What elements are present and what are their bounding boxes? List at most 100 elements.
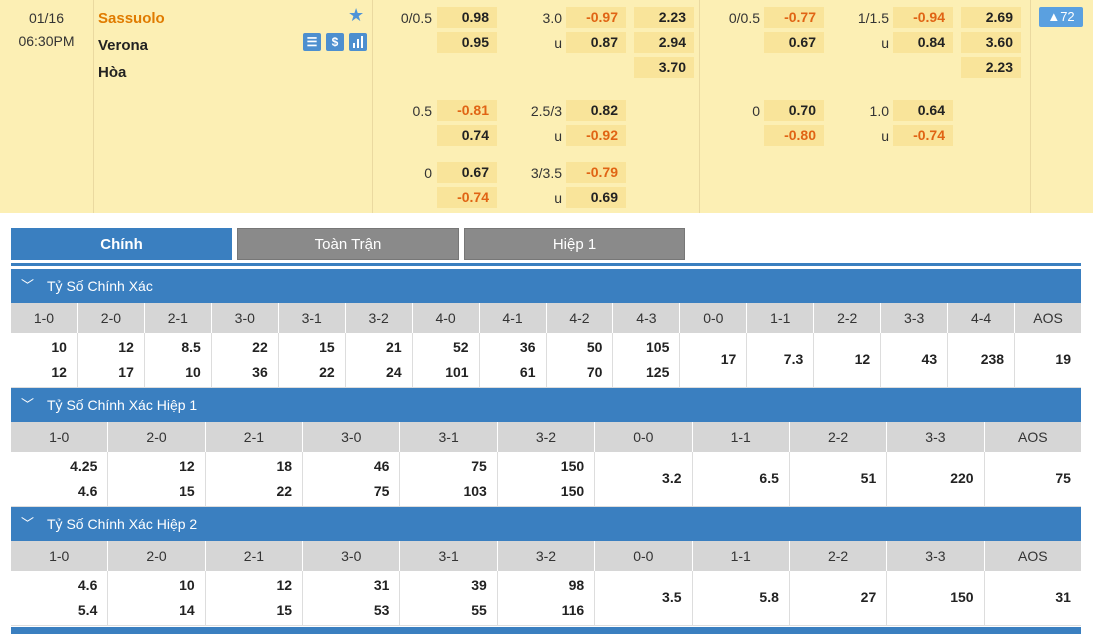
odds-o2[interactable]: -0.92 bbox=[566, 125, 626, 146]
odds-o1[interactable]: -0.97 bbox=[566, 7, 626, 28]
score-odds-cell[interactable]: 18 22 bbox=[206, 452, 304, 506]
score-odds-cell[interactable]: 75 103 bbox=[400, 452, 498, 506]
score-odds-cell[interactable]: 98 116 bbox=[498, 571, 596, 625]
score-odds-cell[interactable]: 3.5 bbox=[595, 571, 693, 625]
odds-h2[interactable]: -0.74 bbox=[437, 187, 497, 208]
score-odds-cell[interactable]: 150 150 bbox=[498, 452, 596, 506]
odds-o2[interactable]: 0.84 bbox=[893, 32, 953, 53]
odds-h1[interactable]: 0.67 bbox=[437, 162, 497, 183]
score-odds-cell[interactable]: 5.8 bbox=[693, 571, 790, 625]
odds-value: 7.3 bbox=[783, 351, 804, 367]
score-odds-cell[interactable]: 15 22 bbox=[279, 333, 346, 387]
chevron-down-icon[interactable]: ﹀ bbox=[21, 269, 34, 303]
tab-full-match[interactable]: Toàn Trận bbox=[237, 228, 459, 260]
odds-value-2: 22 bbox=[276, 483, 293, 499]
odds-x3[interactable]: 2.23 bbox=[961, 57, 1021, 78]
odds-value-2: 10 bbox=[185, 364, 201, 380]
score-odds-cell[interactable]: 10 14 bbox=[108, 571, 206, 625]
score-odds-cell[interactable]: 51 bbox=[790, 452, 888, 506]
score-odds-cell[interactable]: 39 55 bbox=[400, 571, 498, 625]
score-odds-row: 10 12 12 17 8.5 10 22 36 15 22 21 24 52 101 36 61 50 70 10… bbox=[11, 333, 1081, 388]
score-header-row: 1-0 2-0 2-1 3-0 3-1 3-2 4-0 4-1 4-2 4-3 0-0 1-1 2-2 3… bbox=[11, 303, 1081, 333]
tab-underline bbox=[11, 263, 1081, 266]
odds-x1[interactable]: 2.69 bbox=[961, 7, 1021, 28]
score-odds-cell[interactable]: 238 bbox=[948, 333, 1016, 387]
score-odds-cell[interactable]: 4.6 5.4 bbox=[11, 571, 109, 625]
odds-o1[interactable]: 0.82 bbox=[566, 100, 626, 121]
score-label: 3-3 bbox=[887, 422, 985, 452]
odds-value-2: 5.4 bbox=[77, 602, 98, 618]
section-header[interactable]: ﹀ Tỷ Số Chính Xác Hiệp 1 bbox=[11, 388, 1081, 422]
score-odds-cell[interactable]: 75 bbox=[985, 452, 1081, 506]
more-markets-button[interactable]: ▲72 bbox=[1039, 7, 1083, 27]
odds-value-1: 12 bbox=[118, 339, 134, 355]
away-team[interactable]: Verona bbox=[98, 37, 148, 54]
score-label: 3-1 bbox=[400, 541, 498, 571]
score-odds-cell[interactable]: 12 15 bbox=[108, 452, 206, 506]
line-ou: 3/3.5 bbox=[530, 165, 562, 181]
odds-h1[interactable]: -0.81 bbox=[437, 100, 497, 121]
odds-o1[interactable]: -0.79 bbox=[566, 162, 626, 183]
score-odds-cell[interactable]: 50 70 bbox=[547, 333, 614, 387]
odds-o1[interactable]: 0.64 bbox=[893, 100, 953, 121]
score-odds-cell[interactable]: 31 53 bbox=[303, 571, 401, 625]
odds-h1[interactable]: 0.98 bbox=[437, 7, 497, 28]
score-odds-cell[interactable]: 21 24 bbox=[346, 333, 413, 387]
odds-o2[interactable]: 0.69 bbox=[566, 187, 626, 208]
odds-o1[interactable]: -0.94 bbox=[893, 7, 953, 28]
score-odds-cell[interactable]: 43 bbox=[881, 333, 949, 387]
odds-value-1: 12 bbox=[276, 577, 293, 593]
score-odds-cell[interactable]: 36 61 bbox=[480, 333, 547, 387]
score-odds-cell[interactable]: 52 101 bbox=[413, 333, 480, 387]
odds-h1[interactable]: 0.70 bbox=[764, 100, 824, 121]
tab-half-1[interactable]: Hiệp 1 bbox=[464, 228, 685, 260]
tab-main[interactable]: Chính bbox=[11, 228, 232, 260]
odds-value-1: 31 bbox=[373, 577, 390, 593]
odds-h2[interactable]: 0.95 bbox=[437, 32, 497, 53]
score-odds-cell[interactable]: 17 bbox=[680, 333, 748, 387]
odds-h2[interactable]: 0.67 bbox=[764, 32, 824, 53]
odds-o2[interactable]: 0.87 bbox=[566, 32, 626, 53]
score-odds-cell[interactable]: 10 12 bbox=[11, 333, 78, 387]
home-team[interactable]: Sassuolo bbox=[98, 10, 165, 27]
score-odds-cell[interactable]: 3.2 bbox=[595, 452, 693, 506]
score-label: 4-4 bbox=[948, 303, 1016, 333]
score-odds-cell[interactable]: 150 bbox=[887, 571, 985, 625]
section-header[interactable]: ﹀ Tỷ Số Chính Xác Hiệp 2 bbox=[11, 507, 1081, 541]
odds-h2[interactable]: -0.80 bbox=[764, 125, 824, 146]
odds-value-1: 36 bbox=[519, 339, 536, 355]
odds-h2[interactable]: 0.74 bbox=[437, 125, 497, 146]
odds-x3[interactable]: 3.70 bbox=[634, 57, 694, 78]
dollar-icon[interactable]: $ bbox=[326, 33, 344, 51]
stats-icon[interactable] bbox=[349, 33, 367, 51]
odds-x1[interactable]: 2.23 bbox=[634, 7, 694, 28]
score-odds-cell[interactable]: 46 75 bbox=[303, 452, 401, 506]
star-icon[interactable]: ★ bbox=[348, 5, 364, 26]
score-odds-cell[interactable]: 105 125 bbox=[613, 333, 681, 387]
lineup-icon[interactable]: ☰ bbox=[303, 33, 321, 51]
odds-value-1: 52 bbox=[452, 339, 469, 355]
score-odds-cell[interactable]: 27 bbox=[790, 571, 888, 625]
score-odds-cell[interactable]: 7.3 bbox=[747, 333, 815, 387]
section-header[interactable]: ﹀ Tỷ Số Chính Xác bbox=[11, 269, 1081, 303]
score-odds-cell[interactable]: 220 bbox=[887, 452, 985, 506]
score-odds-cell[interactable]: 8.5 10 bbox=[145, 333, 212, 387]
score-odds-cell[interactable]: 6.5 bbox=[693, 452, 790, 506]
odds-value-2: 15 bbox=[276, 602, 293, 618]
score-odds-cell[interactable]: 4.25 4.6 bbox=[11, 452, 109, 506]
score-odds-cell[interactable]: 22 36 bbox=[212, 333, 279, 387]
odds-x2[interactable]: 3.60 bbox=[961, 32, 1021, 53]
score-odds-cell[interactable]: 19 bbox=[1015, 333, 1081, 387]
odds-value: 3.5 bbox=[662, 589, 682, 605]
chevron-down-icon[interactable]: ﹀ bbox=[21, 507, 34, 541]
score-label: AOS bbox=[1017, 548, 1048, 564]
odds-h1[interactable]: -0.77 bbox=[764, 7, 824, 28]
score-odds-cell[interactable]: 31 bbox=[985, 571, 1081, 625]
odds-x2[interactable]: 2.94 bbox=[634, 32, 694, 53]
chevron-down-icon[interactable]: ﹀ bbox=[21, 388, 34, 422]
score-odds-cell[interactable]: 12 15 bbox=[206, 571, 304, 625]
odds-o2[interactable]: -0.74 bbox=[893, 125, 953, 146]
score-odds-cell[interactable]: 12 bbox=[814, 333, 882, 387]
score-odds-row: 4.6 5.4 10 14 12 15 31 53 39 55 98 116 3.5 5.8 27 150 31 bbox=[11, 571, 1081, 626]
score-odds-cell[interactable]: 12 17 bbox=[78, 333, 145, 387]
